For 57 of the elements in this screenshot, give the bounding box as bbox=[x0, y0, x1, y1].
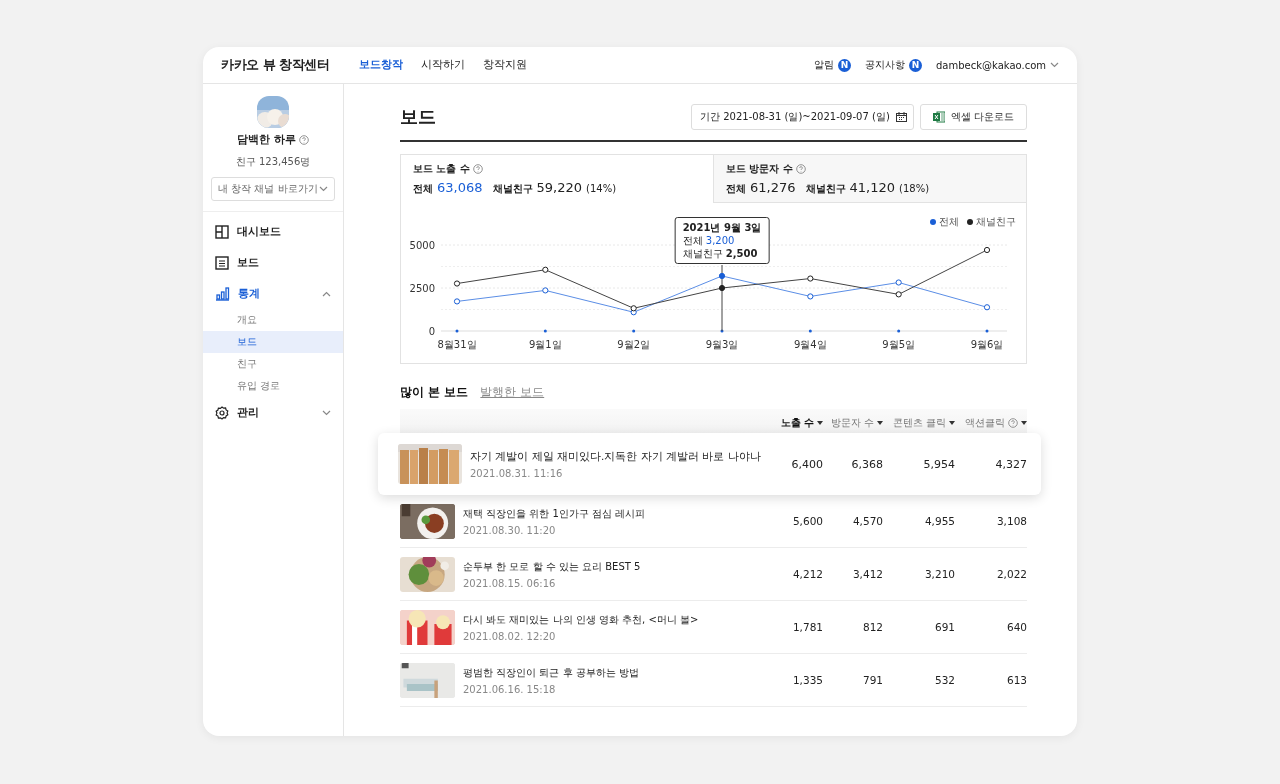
stat-value: 63,068 bbox=[437, 180, 483, 195]
stat-share: (18%) bbox=[899, 183, 930, 194]
x-tick-label: 9월2일 bbox=[617, 339, 651, 350]
board-date: 2021.08.31. 11:16 bbox=[470, 467, 564, 479]
x-tick-label: 9월5일 bbox=[882, 339, 916, 350]
stats-title: 보드 노출 수 bbox=[413, 162, 470, 176]
legend-label: 전체 bbox=[939, 215, 959, 229]
table-cell-text: 6,400 bbox=[790, 457, 823, 471]
table-cell-text: 4,570 bbox=[851, 515, 883, 527]
board-date: 2021.08.02. 12:20 bbox=[463, 630, 557, 642]
table-cell-text: 2,022 bbox=[995, 568, 1027, 580]
y-tick-label: 0 bbox=[428, 325, 435, 337]
table-cell-text: 3,210 bbox=[923, 568, 955, 580]
table-cell-text: 5,954 bbox=[922, 457, 955, 471]
x-tick-label: 8월31일 bbox=[437, 339, 477, 350]
new-badge: N bbox=[838, 58, 851, 72]
table-cell-text: 532 bbox=[933, 674, 955, 686]
table-cell-text: 1,335 bbox=[791, 674, 823, 686]
tooltip-row-text: 전체 3,200 bbox=[682, 234, 736, 247]
stat-label: 전체 bbox=[413, 182, 433, 196]
stat-label: 채널친구 bbox=[492, 182, 533, 196]
table-cell-text: 3,108 bbox=[995, 515, 1027, 527]
stats-title: 보드 방문자 수 bbox=[726, 162, 793, 176]
table-cell-text: 691 bbox=[933, 621, 955, 633]
table-cell-text: 1,781 bbox=[791, 621, 823, 633]
table-cell-text: 791 bbox=[861, 674, 883, 686]
legend-label: 채널친구 bbox=[976, 215, 1016, 229]
stat-value: 41,120 bbox=[849, 180, 895, 195]
y-tick-label: 2500 bbox=[409, 282, 435, 294]
x-tick-label: 9월4일 bbox=[793, 339, 827, 350]
board-date: 2021.06.16. 15:18 bbox=[463, 683, 557, 695]
y-tick-label: 5000 bbox=[409, 239, 435, 251]
x-tick-label: 9월6일 bbox=[970, 339, 1004, 350]
stat-value: 61,276 bbox=[750, 180, 796, 195]
x-tick-label: 9월1일 bbox=[528, 339, 562, 350]
tooltip-title: 2021년 9월 3일 bbox=[682, 221, 762, 234]
stat-share: (14%) bbox=[586, 183, 617, 194]
table-cell-text: 640 bbox=[1005, 621, 1027, 633]
table-cell-text: 812 bbox=[861, 621, 883, 633]
table-cell-text: 4,327 bbox=[994, 457, 1027, 471]
table-cell-text: 3,412 bbox=[851, 568, 883, 580]
table-cell-text: 613 bbox=[1005, 674, 1027, 686]
tooltip-row-text: 채널친구 2,500 bbox=[682, 247, 759, 260]
stat-label: 채널친구 bbox=[805, 182, 846, 196]
table-cell-text: 4,955 bbox=[923, 515, 955, 527]
stat-value: 59,220 bbox=[536, 180, 582, 195]
board-date: 2021.08.15. 06:16 bbox=[463, 577, 557, 589]
new-badge: N bbox=[909, 58, 922, 72]
stat-label: 전체 bbox=[726, 182, 746, 196]
table-cell-text: 5,600 bbox=[791, 515, 823, 527]
board-date: 2021.08.30. 11:20 bbox=[463, 524, 557, 536]
x-tick-label: 9월3일 bbox=[705, 339, 739, 350]
table-cell-text: 6,368 bbox=[850, 457, 883, 471]
friend-count: 친구 123,456명 bbox=[235, 155, 311, 169]
page-title: 보드 bbox=[400, 105, 437, 129]
table-cell-text: 4,212 bbox=[791, 568, 823, 580]
profile-name: 담백한 하루 bbox=[237, 133, 296, 147]
